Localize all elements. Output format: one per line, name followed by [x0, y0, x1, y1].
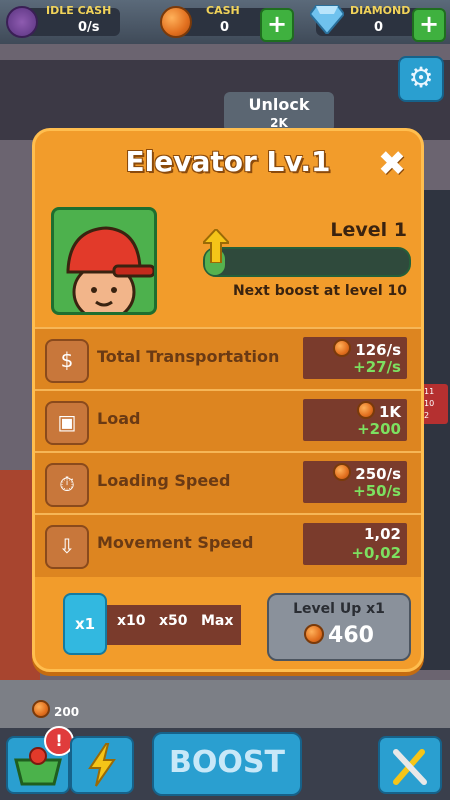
stat-increase: +27/s [353, 358, 401, 376]
idle-cash-label: IDLE CASH [46, 4, 112, 17]
coin-icon [333, 463, 352, 481]
level-up-cost: 460 [269, 623, 409, 648]
stat-value: 1K [356, 401, 401, 421]
stat-value: 250/s [333, 463, 401, 483]
multiplier-max-button[interactable]: Max [201, 613, 233, 629]
side-count-2: 10 [424, 399, 435, 408]
stat-name: Load [97, 409, 141, 428]
level-progress-bar [203, 247, 411, 277]
multiplier-x1-button[interactable]: x1 [63, 593, 107, 655]
stat-increase: +200 [357, 420, 401, 438]
loading-speed-icon: ⏱ [45, 463, 89, 507]
stat-row-load: ▣ Load 1K +200 [35, 389, 421, 451]
diamond-label: DIAMOND [350, 4, 411, 17]
multiplier-x50-button[interactable]: x50 [159, 613, 188, 629]
side-count-3: 2 [424, 411, 430, 420]
idle-cash-value: 0/s [78, 20, 100, 35]
next-boost-text: Next boost at level 10 [232, 283, 407, 299]
stat-value-box: 250/s +50/s [303, 461, 407, 503]
idle-cash-icon [6, 6, 38, 38]
coin-icon [304, 624, 325, 644]
multiplier-x10-button[interactable]: x10 [117, 613, 146, 629]
coin-icon [32, 700, 50, 718]
unlock-label: Unlock [248, 95, 310, 114]
add-cash-button[interactable]: + [260, 8, 294, 42]
idle-cash-panel: IDLE CASH 0/s [6, 4, 120, 38]
stat-increase: +50/s [353, 482, 401, 500]
add-diamond-button[interactable]: + [412, 8, 446, 42]
level-up-button[interactable]: Level Up x1 460 [267, 593, 411, 661]
street-coin-counter[interactable]: 200 [32, 700, 79, 719]
lightning-icon [88, 743, 116, 787]
unlock-cost: 2K [270, 116, 288, 130]
stat-row-total-transportation: $ Total Transportation 126/s +27/s [35, 327, 421, 389]
stat-name: Loading Speed [97, 471, 231, 490]
close-icon[interactable]: ✖ [375, 147, 409, 181]
level-label: Level 1 [330, 219, 407, 241]
settings-gear-icon[interactable]: ⚙ [398, 56, 444, 102]
stat-value-box: 1K +200 [303, 399, 407, 441]
spoon-fork-icon [393, 749, 427, 785]
boost-button[interactable]: BOOST [152, 732, 302, 796]
coin-icon [333, 339, 352, 357]
diamond-icon [310, 5, 344, 34]
tools-button[interactable] [378, 736, 442, 794]
stat-row-movement-speed: ⇩ Movement Speed 1,02 +0,02 [35, 513, 421, 575]
cash-coin-icon [160, 6, 192, 38]
cash-tray-icon: $ [45, 339, 89, 383]
stat-row-loading-speed: ⏱ Loading Speed 250/s +50/s [35, 451, 421, 513]
elevator-manager-avatar [51, 207, 157, 315]
elevator-upgrade-dialog: Elevator Lv.1 ✖ Level 1 Next boost at le… [32, 128, 424, 672]
stat-value: 1,02 [363, 525, 401, 543]
stat-value-box: 126/s +27/s [303, 337, 407, 379]
stat-name: Total Transportation [97, 347, 280, 366]
diamond-value: 0 [374, 20, 384, 35]
dialog-title: Elevator Lv.1 [125, 145, 331, 178]
coin-icon [356, 401, 375, 419]
level-up-label: Level Up x1 [293, 601, 385, 617]
side-count-1: 11 [424, 387, 435, 396]
stat-value-box: 1,02 +0,02 [303, 523, 407, 565]
stat-value: 126/s [333, 339, 401, 359]
level-up-arrow-icon [203, 229, 229, 263]
unlock-button[interactable]: Unlock 2K [224, 92, 334, 132]
stats-list: $ Total Transportation 126/s +27/s ▣ Loa… [35, 327, 421, 577]
movement-speed-icon: ⇩ [45, 525, 89, 569]
stat-increase: +0,02 [351, 544, 401, 562]
stat-name: Movement Speed [97, 533, 254, 552]
cash-label: CASH [206, 4, 240, 17]
cash-value: 0 [220, 20, 230, 35]
load-icon: ▣ [45, 401, 89, 445]
lightning-button[interactable] [70, 736, 134, 794]
